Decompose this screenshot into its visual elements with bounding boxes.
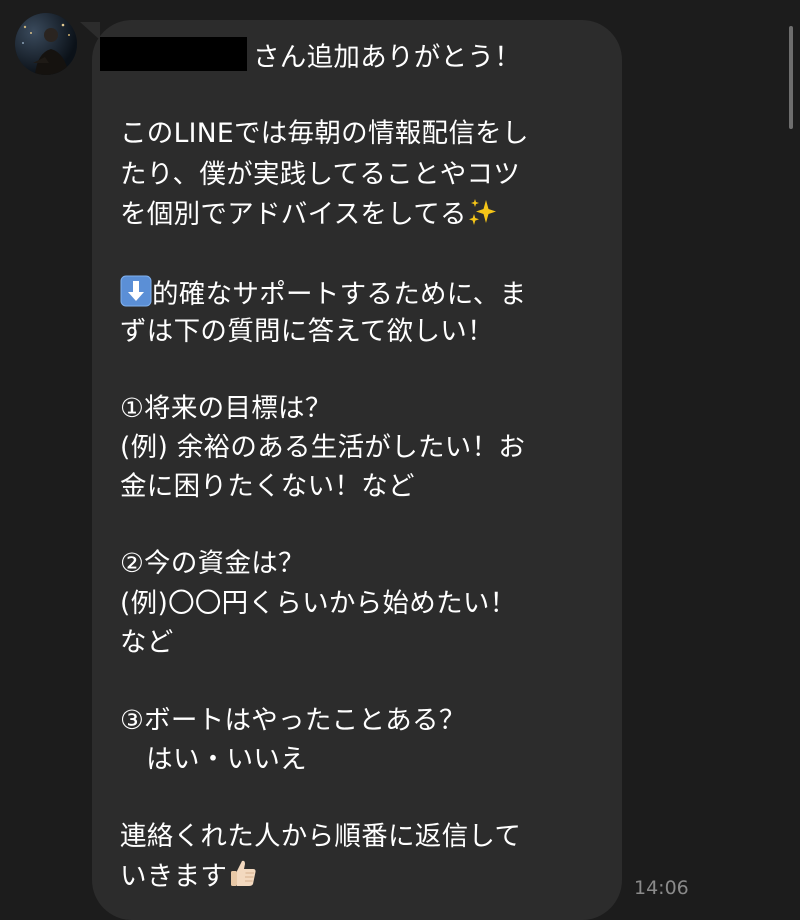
down-arrow-icon <box>120 275 152 317</box>
sender-avatar[interactable] <box>15 13 77 75</box>
message-line-8: 金に困りたくない！など <box>120 471 415 502</box>
message-line-12: ③ボートはやったことある？ <box>120 705 466 736</box>
avatar-photo <box>15 13 77 75</box>
message-line-6: ①将来の目標は？ <box>120 393 332 424</box>
bubble-tail <box>80 22 100 40</box>
scrollbar-thumb[interactable] <box>789 26 793 129</box>
message-line-11: など <box>120 627 174 658</box>
message-timestamp: 14:06 <box>634 877 689 899</box>
chat-area[interactable]: さん追加ありがとう！ このLINEでは毎朝の情報配信をし たり、僕が実践してるこ… <box>0 0 800 920</box>
message-line-13: はい・いいえ <box>120 744 307 775</box>
message-line-3: を個別でアドバイスをしてる <box>120 197 497 237</box>
message-line-15: いきます <box>120 857 259 899</box>
message-line-14: 連絡くれた人から順番に返信して <box>120 821 522 852</box>
thumbs-up-icon <box>227 857 259 899</box>
message-line-2: たり、僕が実践してることやコツ <box>120 159 521 190</box>
greeting-line: さん追加ありがとう！ <box>100 36 521 73</box>
message-line-9: ②今の資金は？ <box>120 548 305 579</box>
message-line-10: (例)〇〇円くらいから始めたい！ <box>120 588 517 619</box>
redacted-name <box>100 37 247 71</box>
message-line-1: このLINEでは毎朝の情報配信をし <box>120 118 529 149</box>
greeting-text: さん追加ありがとう！ <box>253 41 521 73</box>
message-line-5: ずは下の質問に答えて欲しい！ <box>120 316 494 347</box>
message-line-7: (例) 余裕のある生活がしたい！お <box>120 432 526 463</box>
message-line-4: 的確なサポートするために、ま <box>120 275 526 317</box>
sparkles-icon <box>467 197 497 237</box>
